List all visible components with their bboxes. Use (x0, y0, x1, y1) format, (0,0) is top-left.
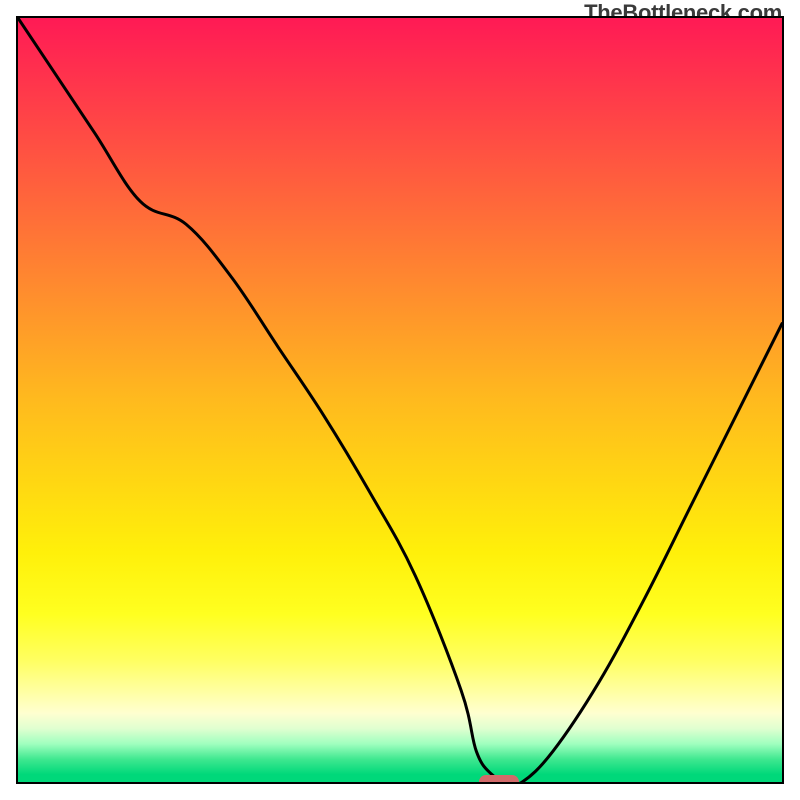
optimal-point-marker (479, 775, 519, 784)
plot-area (16, 16, 784, 784)
bottleneck-curve-path (18, 18, 782, 782)
curve-svg (18, 18, 782, 782)
chart-container: TheBottleneck.com (0, 0, 800, 800)
